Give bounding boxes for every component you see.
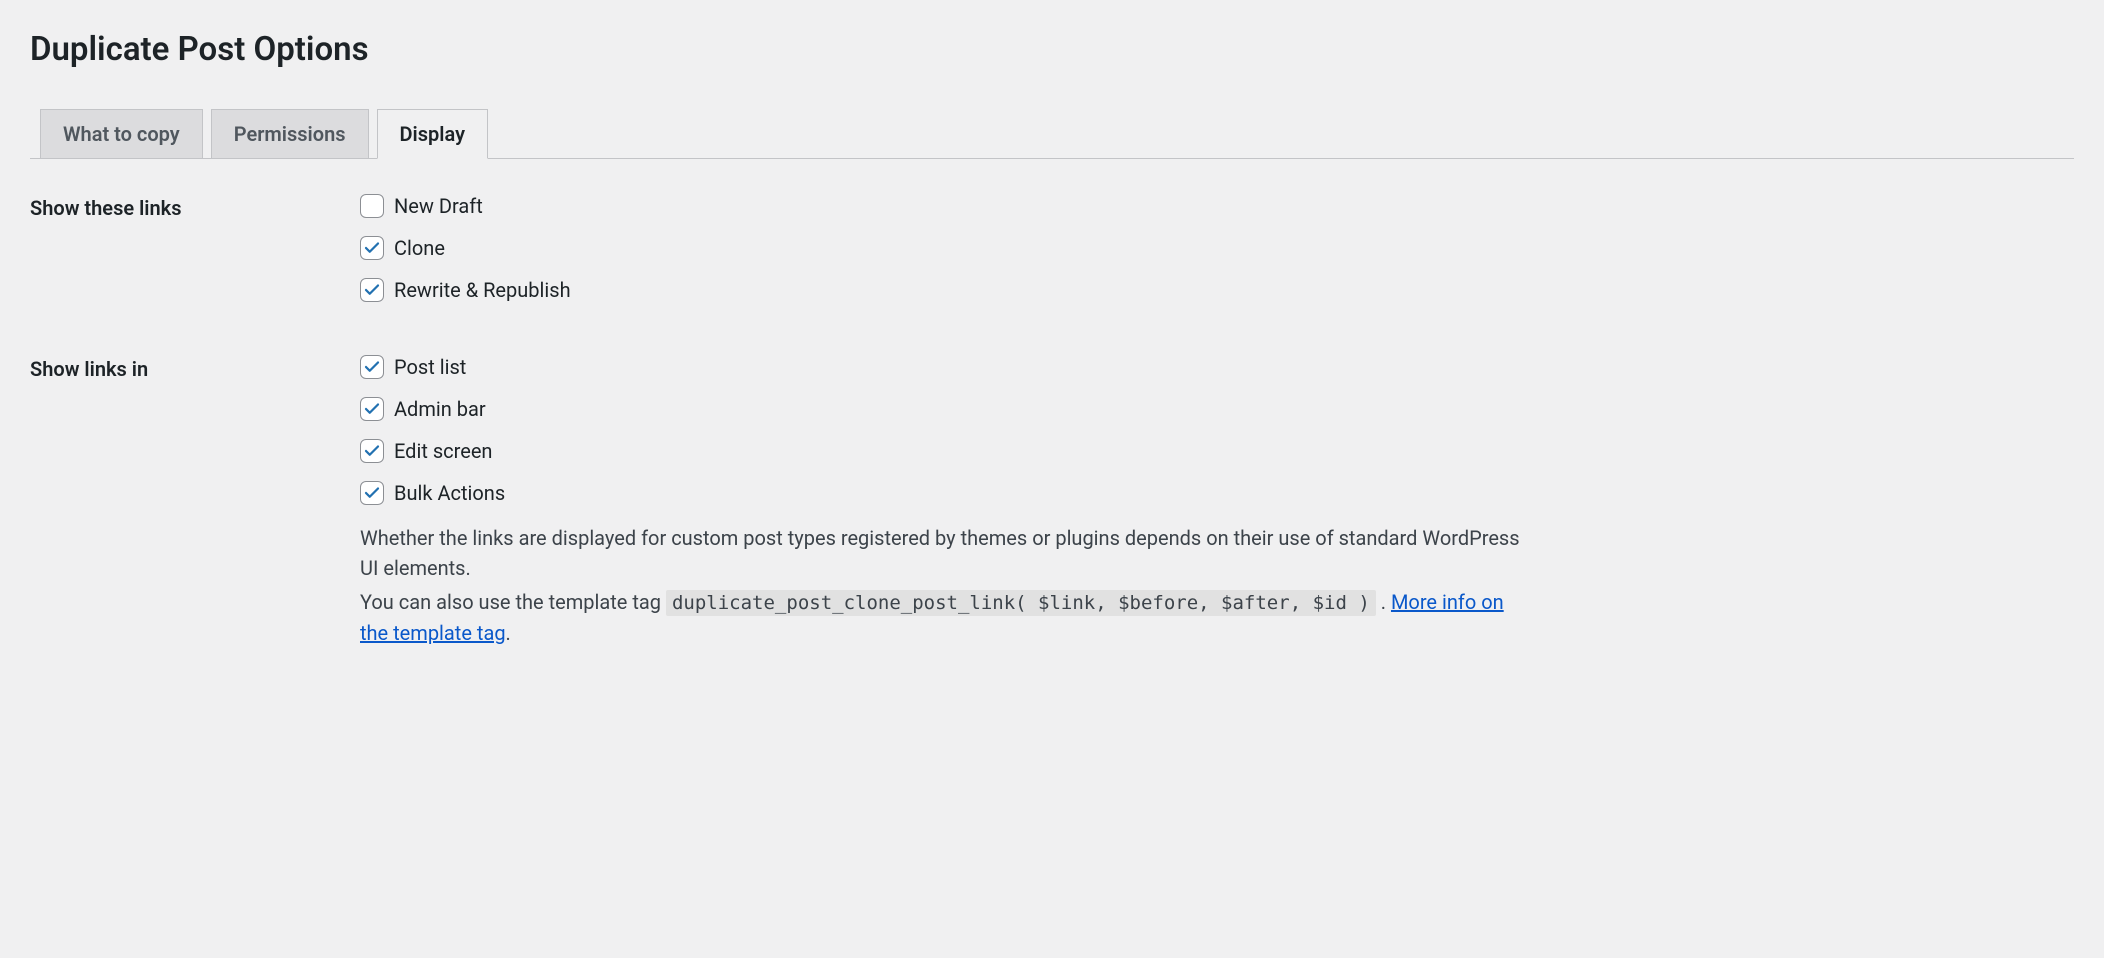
tabs-wrapper: What to copy Permissions Display bbox=[30, 109, 2074, 159]
checkbox-row-post-list: Post list bbox=[360, 355, 2074, 379]
check-icon bbox=[363, 358, 381, 376]
desc-period: . bbox=[506, 621, 511, 645]
template-tag-code: duplicate_post_clone_post_link( $link, $… bbox=[666, 590, 1376, 616]
checkbox-clone[interactable] bbox=[360, 236, 384, 260]
checkbox-row-rewrite-republish: Rewrite & Republish bbox=[360, 278, 2074, 302]
checkbox-row-new-draft: New Draft bbox=[360, 194, 2074, 218]
tab-what-to-copy[interactable]: What to copy bbox=[40, 109, 203, 159]
tabs: What to copy Permissions Display bbox=[40, 109, 2074, 159]
checkbox-new-draft[interactable] bbox=[360, 194, 384, 218]
description-show-links-in: Whether the links are displayed for cust… bbox=[360, 523, 1520, 648]
field-show-these-links: New Draft Clone Rewrite & Republish bbox=[360, 194, 2074, 320]
desc-suffix: . bbox=[1376, 590, 1391, 614]
check-icon bbox=[363, 442, 381, 460]
check-icon bbox=[363, 484, 381, 502]
label-admin-bar[interactable]: Admin bar bbox=[394, 397, 486, 421]
label-edit-screen[interactable]: Edit screen bbox=[394, 439, 492, 463]
label-post-list[interactable]: Post list bbox=[394, 355, 466, 379]
row-show-links-in: Show links in Post list Admin bar Edit s… bbox=[30, 355, 2074, 652]
desc-prefix: You can also use the template tag bbox=[360, 590, 666, 614]
tab-display[interactable]: Display bbox=[377, 109, 488, 159]
form-table: Show these links New Draft Clone Rewrite… bbox=[30, 194, 2074, 652]
checkbox-edit-screen[interactable] bbox=[360, 439, 384, 463]
label-show-links-in: Show links in bbox=[30, 355, 360, 381]
label-new-draft[interactable]: New Draft bbox=[394, 194, 483, 218]
checkbox-row-clone: Clone bbox=[360, 236, 2074, 260]
check-icon bbox=[363, 239, 381, 257]
label-show-these-links: Show these links bbox=[30, 194, 360, 220]
field-show-links-in: Post list Admin bar Edit screen Bulk Act… bbox=[360, 355, 2074, 652]
page-title: Duplicate Post Options bbox=[30, 30, 2074, 69]
checkbox-row-edit-screen: Edit screen bbox=[360, 439, 2074, 463]
row-show-these-links: Show these links New Draft Clone Rewrite… bbox=[30, 194, 2074, 320]
description-line1: Whether the links are displayed for cust… bbox=[360, 523, 1520, 583]
checkbox-row-admin-bar: Admin bar bbox=[360, 397, 2074, 421]
checkbox-row-bulk-actions: Bulk Actions bbox=[360, 481, 2074, 505]
check-icon bbox=[363, 281, 381, 299]
checkbox-bulk-actions[interactable] bbox=[360, 481, 384, 505]
label-bulk-actions[interactable]: Bulk Actions bbox=[394, 481, 505, 505]
checkbox-post-list[interactable] bbox=[360, 355, 384, 379]
label-rewrite-republish[interactable]: Rewrite & Republish bbox=[394, 278, 571, 302]
checkbox-rewrite-republish[interactable] bbox=[360, 278, 384, 302]
checkbox-admin-bar[interactable] bbox=[360, 397, 384, 421]
check-icon bbox=[363, 400, 381, 418]
tab-permissions[interactable]: Permissions bbox=[211, 109, 369, 159]
description-line2: You can also use the template tag duplic… bbox=[360, 587, 1520, 648]
label-clone[interactable]: Clone bbox=[394, 236, 445, 260]
